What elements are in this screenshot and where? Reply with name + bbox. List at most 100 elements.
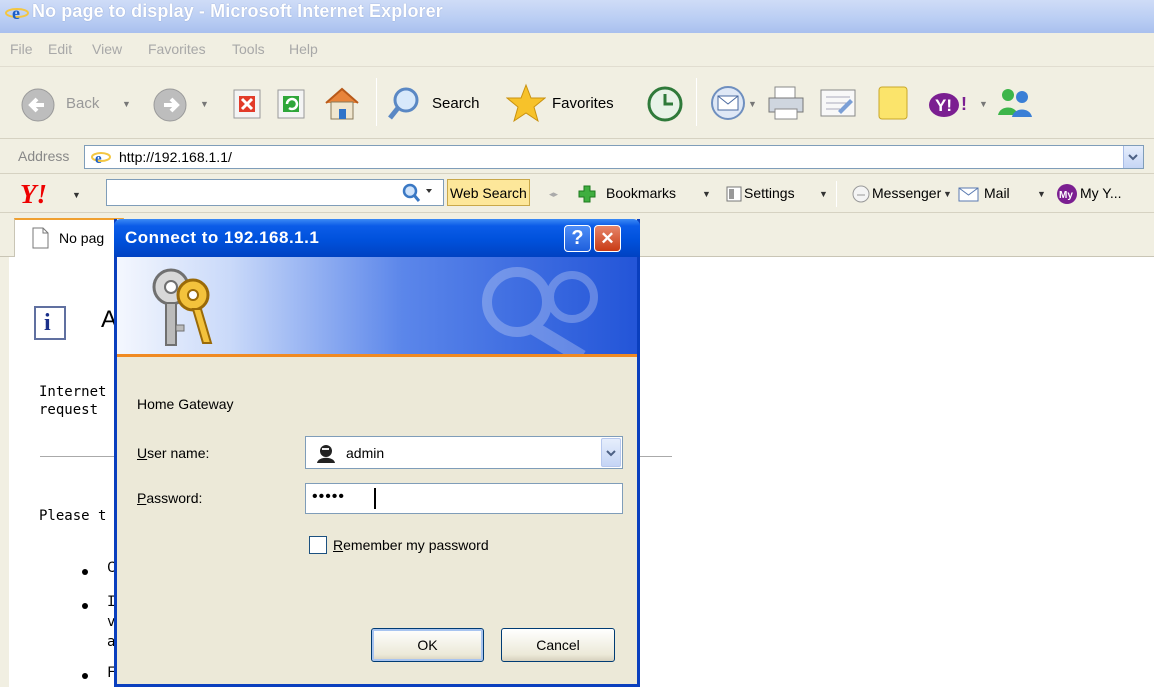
yahoo-button[interactable]: Y!! <box>928 89 978 122</box>
username-access-key: U <box>137 445 148 461</box>
page-text-line: request <box>39 402 99 418</box>
tab-no-page[interactable]: No pag <box>14 218 124 257</box>
yahoo-logo-icon: Y!! <box>929 93 967 117</box>
help-icon: ? <box>571 227 584 249</box>
forward-button[interactable] <box>152 87 188 126</box>
close-button[interactable]: ✕ <box>594 225 621 252</box>
svg-text:e: e <box>12 3 20 23</box>
yahoo-logo-icon[interactable]: Y! <box>20 179 47 210</box>
messenger-button[interactable]: Messenger <box>872 185 941 201</box>
search-label[interactable]: Search <box>432 95 480 112</box>
username-combobox[interactable]: admin <box>305 436 623 469</box>
bookmarks-button[interactable]: Bookmarks <box>606 185 676 201</box>
bookmarks-plus-icon <box>578 185 596 203</box>
bookmarks-dropdown-icon[interactable]: ▼ <box>702 189 711 199</box>
menu-file[interactable]: File <box>10 41 33 57</box>
list-bullet <box>82 569 88 575</box>
menu-edit[interactable]: Edit <box>48 41 72 57</box>
connect-dialog: Connect to 192.168.1.1 ? ✕ Home Gateway … <box>114 219 640 687</box>
password-input[interactable]: ••••• <box>305 483 623 514</box>
menu-view[interactable]: View <box>92 41 122 57</box>
forward-arrow-icon <box>153 88 187 122</box>
print-button[interactable] <box>766 85 806 124</box>
mail-dropdown-icon[interactable]: ▼ <box>1037 189 1046 199</box>
password-label: Password: <box>137 490 202 506</box>
svg-text:My: My <box>1059 190 1073 201</box>
ok-button[interactable]: OK <box>371 628 484 662</box>
dialog-title-bar[interactable]: Connect to 192.168.1.1 ? ✕ <box>114 219 640 257</box>
remember-password-checkbox[interactable] <box>309 536 327 554</box>
address-label: Address <box>18 148 70 164</box>
back-label[interactable]: Back <box>66 95 99 112</box>
mail-button[interactable] <box>708 83 748 126</box>
chevron-down-icon <box>1128 154 1138 161</box>
favorites-label[interactable]: Favorites <box>552 95 614 112</box>
mail-dropdown-icon[interactable]: ▼ <box>748 99 757 109</box>
address-dropdown[interactable] <box>1123 146 1143 168</box>
settings-button[interactable]: Settings <box>744 185 795 201</box>
help-button[interactable]: ? <box>564 225 591 252</box>
favorites-star-icon <box>505 83 547 123</box>
dialog-banner <box>117 257 637 357</box>
svg-text:e: e <box>95 151 102 166</box>
address-input[interactable]: e http://192.168.1.1/ <box>84 145 1144 169</box>
favorites-button[interactable] <box>505 83 547 126</box>
search-icon <box>388 87 419 120</box>
grip-icon[interactable]: ◂▸ <box>549 189 558 200</box>
keys-icon <box>152 268 213 346</box>
sticky-note-icon <box>878 86 908 120</box>
yahoo-toolbar: Y! ▼ Web Search ◂▸ Bookmarks ▼ Settings … <box>0 174 1154 213</box>
password-access-key: P <box>137 490 147 506</box>
yahoo-menu-dropdown-icon[interactable]: ▼ <box>72 190 81 200</box>
messenger-button[interactable] <box>994 83 1034 126</box>
user-silhouette-icon <box>317 445 335 463</box>
username-value: admin <box>346 445 385 461</box>
menu-favorites[interactable]: Favorites <box>148 41 206 57</box>
my-yahoo-button[interactable]: My Y... <box>1080 185 1122 201</box>
web-search-button[interactable]: Web Search <box>447 179 530 206</box>
ok-label: OK <box>417 637 438 653</box>
history-button[interactable] <box>646 85 684 126</box>
mail-button[interactable]: Mail <box>984 185 1010 201</box>
yahoo-search-input[interactable] <box>106 179 444 206</box>
remember-label-text: emember my password <box>343 537 489 553</box>
cancel-label: Cancel <box>536 637 580 653</box>
username-label-text: ser name: <box>147 445 210 461</box>
stop-icon <box>233 89 261 119</box>
settings-icon <box>726 186 742 202</box>
menu-bar: File Edit View Favorites Tools Help <box>0 33 1154 67</box>
username-dropdown[interactable] <box>601 438 621 467</box>
text-caret <box>374 488 376 509</box>
notes-button[interactable] <box>876 85 910 124</box>
messenger-dropdown-icon[interactable]: ▼ <box>943 189 952 199</box>
address-url: http://192.168.1.1/ <box>119 149 232 165</box>
back-dropdown-icon[interactable]: ▼ <box>122 99 131 109</box>
remember-password-label[interactable]: Remember my password <box>333 537 489 553</box>
back-button[interactable] <box>20 87 56 126</box>
menu-help[interactable]: Help <box>289 41 318 57</box>
cancel-button[interactable]: Cancel <box>501 628 615 662</box>
edit-button[interactable] <box>818 85 858 124</box>
close-icon: ✕ <box>600 229 615 248</box>
page-ie-icon: e <box>91 151 111 166</box>
refresh-button[interactable] <box>276 87 308 124</box>
search-button[interactable] <box>386 85 424 126</box>
stop-button[interactable] <box>232 87 264 124</box>
password-value: ••••• <box>312 488 346 505</box>
history-clock-icon <box>647 86 683 122</box>
mail-envelope-icon <box>958 187 979 202</box>
menu-tools[interactable]: Tools <box>232 41 265 57</box>
home-button[interactable] <box>322 83 362 126</box>
printer-icon <box>768 86 804 120</box>
username-label: User name: <box>137 445 209 461</box>
forward-dropdown-icon[interactable]: ▼ <box>200 99 209 109</box>
settings-dropdown-icon[interactable]: ▼ <box>819 189 828 199</box>
window-title-bar[interactable]: e No page to display - Microsoft Interne… <box>0 0 1154 33</box>
yahoo-dropdown-icon[interactable]: ▼ <box>979 99 988 109</box>
my-yahoo-icon: My <box>1057 184 1077 204</box>
search-icon[interactable] <box>400 182 436 204</box>
messenger-buddies-icon <box>998 89 1032 117</box>
mail-envelope-icon <box>711 86 745 120</box>
svg-text:!: ! <box>961 94 967 114</box>
internet-explorer-icon: e <box>5 3 29 23</box>
